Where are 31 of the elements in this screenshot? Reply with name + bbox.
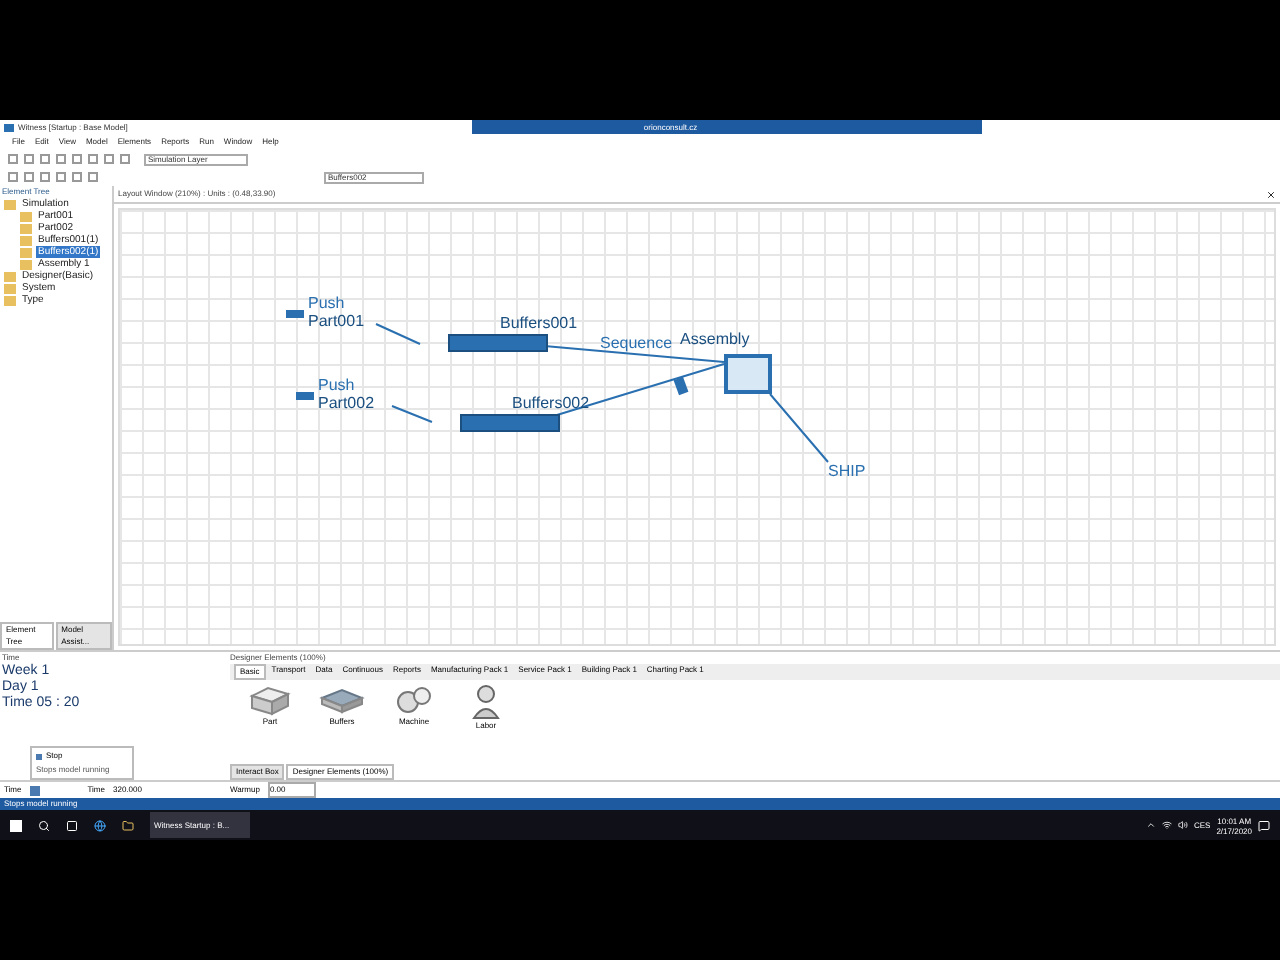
rule-label: Push xyxy=(308,294,347,312)
globe-icon[interactable] xyxy=(94,819,106,831)
part-label: Part001 xyxy=(308,312,365,330)
rule-label: Push xyxy=(318,376,357,394)
gears-icon xyxy=(394,684,434,716)
buffer-icon xyxy=(460,414,561,432)
machine-icon xyxy=(724,354,772,394)
notification-icon[interactable] xyxy=(1258,819,1270,831)
buffer-icon xyxy=(448,334,549,352)
ship-label: SHIP xyxy=(828,460,866,484)
buffer-label: Buffers001 xyxy=(500,314,578,334)
machine-label: Assembly xyxy=(680,330,750,350)
search-icon[interactable] xyxy=(38,819,50,831)
app-icon xyxy=(4,123,14,131)
buffer-label: Buffers002 xyxy=(512,394,590,414)
part-icon xyxy=(286,310,304,318)
folder-icon[interactable] xyxy=(122,819,134,831)
task-view-icon[interactable] xyxy=(66,819,78,831)
chevron-icon[interactable] xyxy=(1145,820,1156,830)
start-icon[interactable] xyxy=(10,819,22,831)
stop-button[interactable] xyxy=(29,785,40,795)
rule-label: Sequence xyxy=(600,334,673,354)
person-icon xyxy=(472,684,500,720)
network-icon[interactable] xyxy=(1161,820,1172,830)
block-icon xyxy=(248,684,292,716)
part-label: Part002 xyxy=(318,394,375,412)
speaker-icon[interactable] xyxy=(1177,820,1188,830)
labor-icon xyxy=(673,376,689,396)
stop-icon xyxy=(36,753,42,759)
tray-icon xyxy=(318,684,366,716)
part-icon xyxy=(296,392,314,400)
